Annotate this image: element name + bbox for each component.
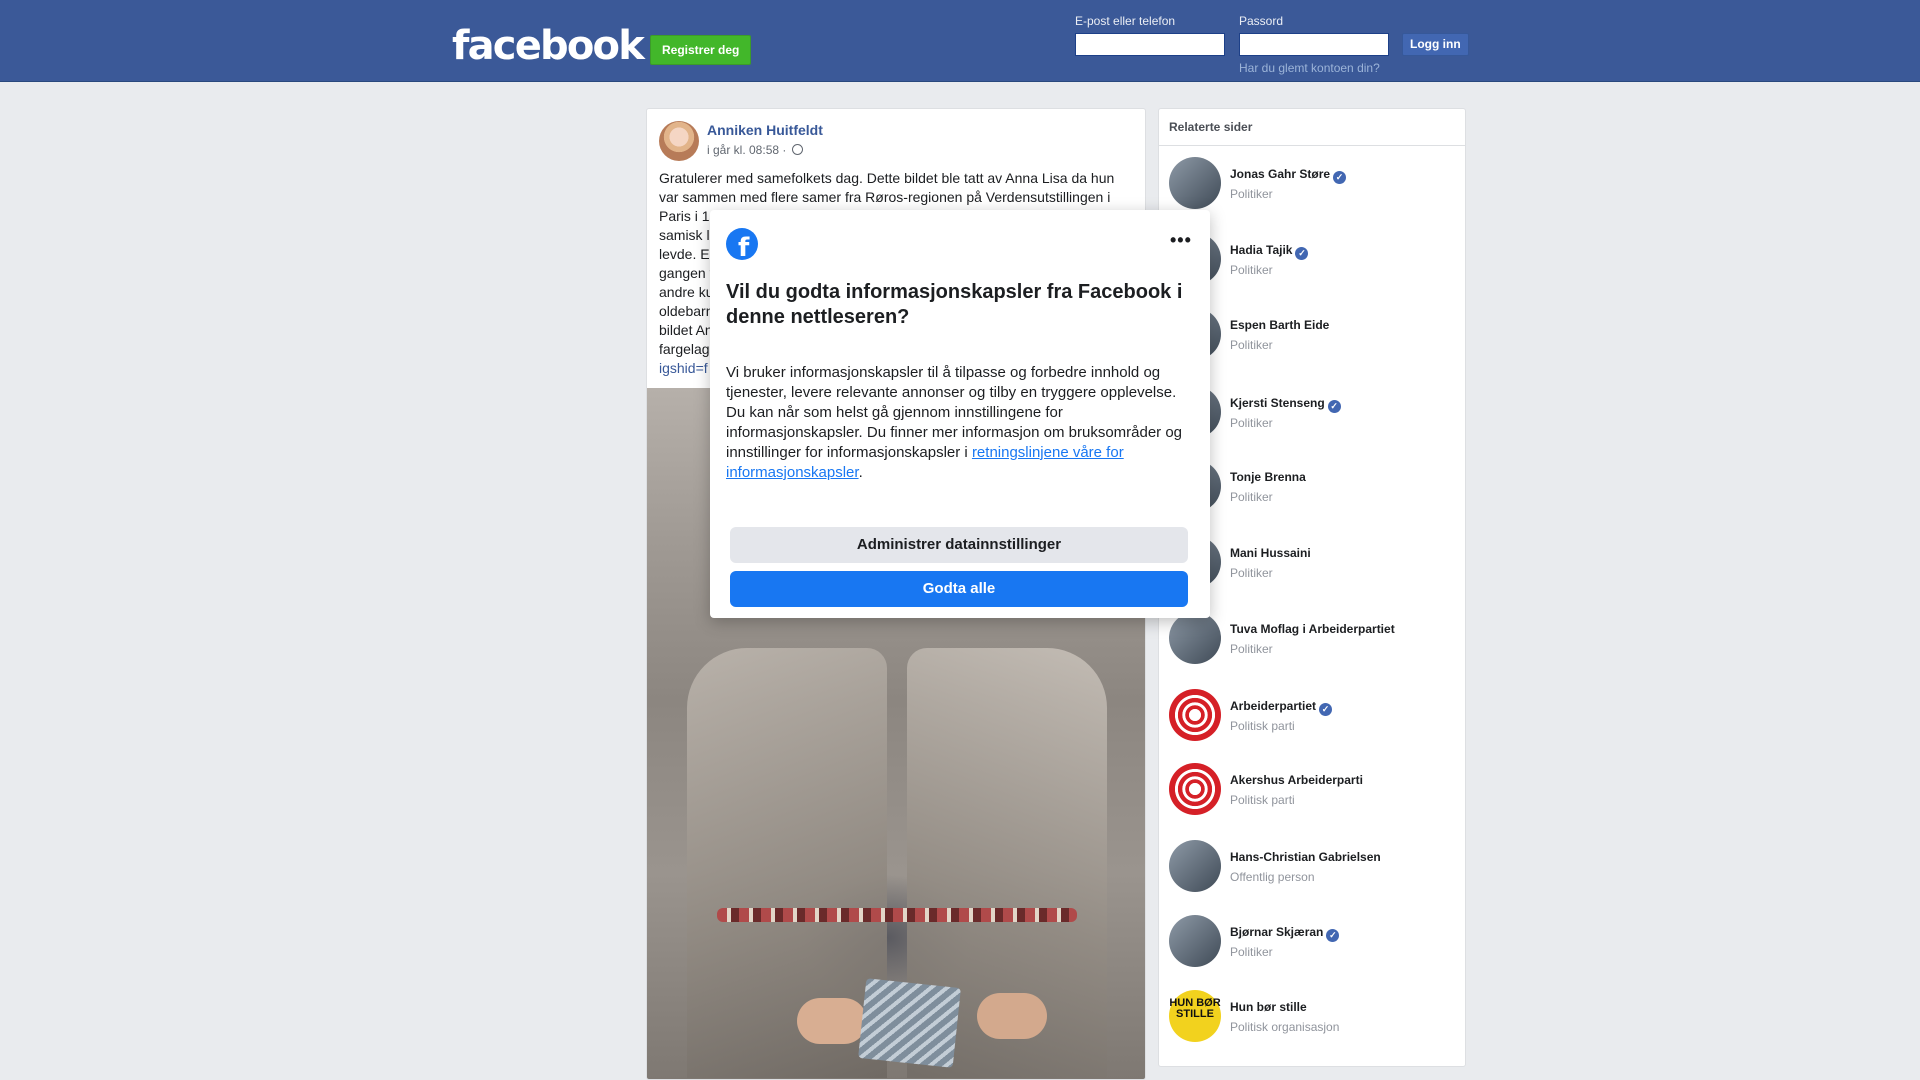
more-options-icon[interactable]: ••• bbox=[1170, 231, 1192, 249]
dialog-title: Vil du godta informasjonskapsler fra Fac… bbox=[726, 281, 1183, 328]
dialog-body-end: . bbox=[858, 464, 863, 481]
facebook-glyph: f bbox=[738, 233, 750, 263]
dialog-body: Vi bruker informasjonskapsler til å tilp… bbox=[726, 363, 1194, 483]
facebook-icon: f bbox=[726, 228, 758, 263]
cookie-consent-dialog: f ••• Vil du godta informasjonskapsler f… bbox=[710, 210, 1210, 618]
accept-all-button[interactable]: Godta alle bbox=[730, 571, 1188, 607]
manage-data-settings-button[interactable]: Administrer datainnstillinger bbox=[730, 527, 1188, 563]
